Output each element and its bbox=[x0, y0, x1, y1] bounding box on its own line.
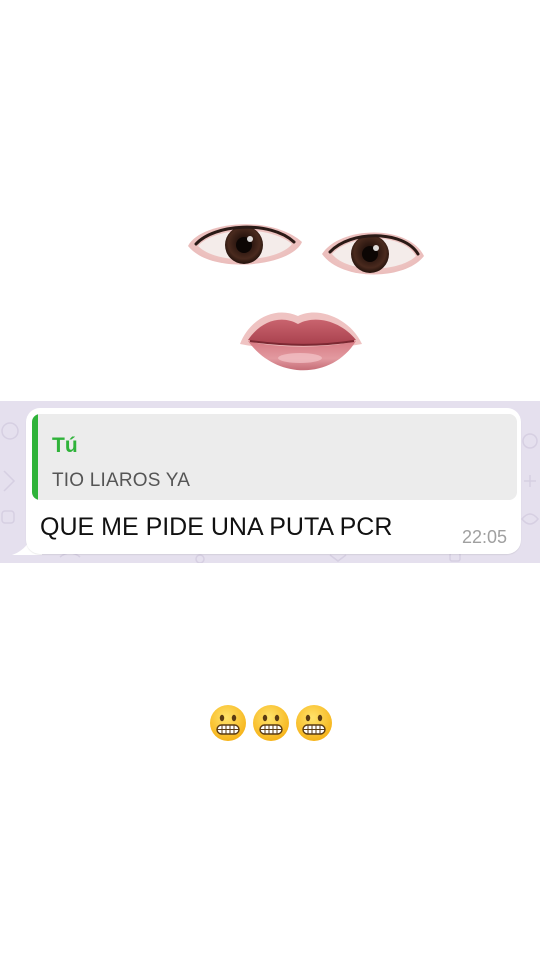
grimacing-face-icon bbox=[210, 705, 246, 741]
grimacing-face-icon bbox=[296, 705, 332, 741]
quote-author: Tú bbox=[52, 434, 78, 457]
face-overlay bbox=[0, 0, 540, 400]
message-bubble[interactable]: Tú TIO LIAROS YA QUE ME PIDE UNA PUTA PC… bbox=[26, 408, 521, 554]
message-text: QUE ME PIDE UNA PUTA PCR bbox=[40, 513, 393, 541]
emoji-row bbox=[209, 702, 333, 744]
grimacing-face-icon bbox=[253, 705, 289, 741]
quote-text: TIO LIAROS YA bbox=[52, 470, 191, 491]
quoted-reply[interactable]: Tú TIO LIAROS YA bbox=[32, 414, 517, 500]
right-eye bbox=[322, 232, 424, 275]
left-eye bbox=[188, 224, 302, 265]
lips bbox=[240, 312, 362, 371]
message-timestamp: 22:05 bbox=[461, 527, 507, 547]
quote-accent-bar bbox=[32, 414, 38, 500]
chat-screenshot: Tú TIO LIAROS YA QUE ME PIDE UNA PUTA PC… bbox=[0, 401, 540, 563]
